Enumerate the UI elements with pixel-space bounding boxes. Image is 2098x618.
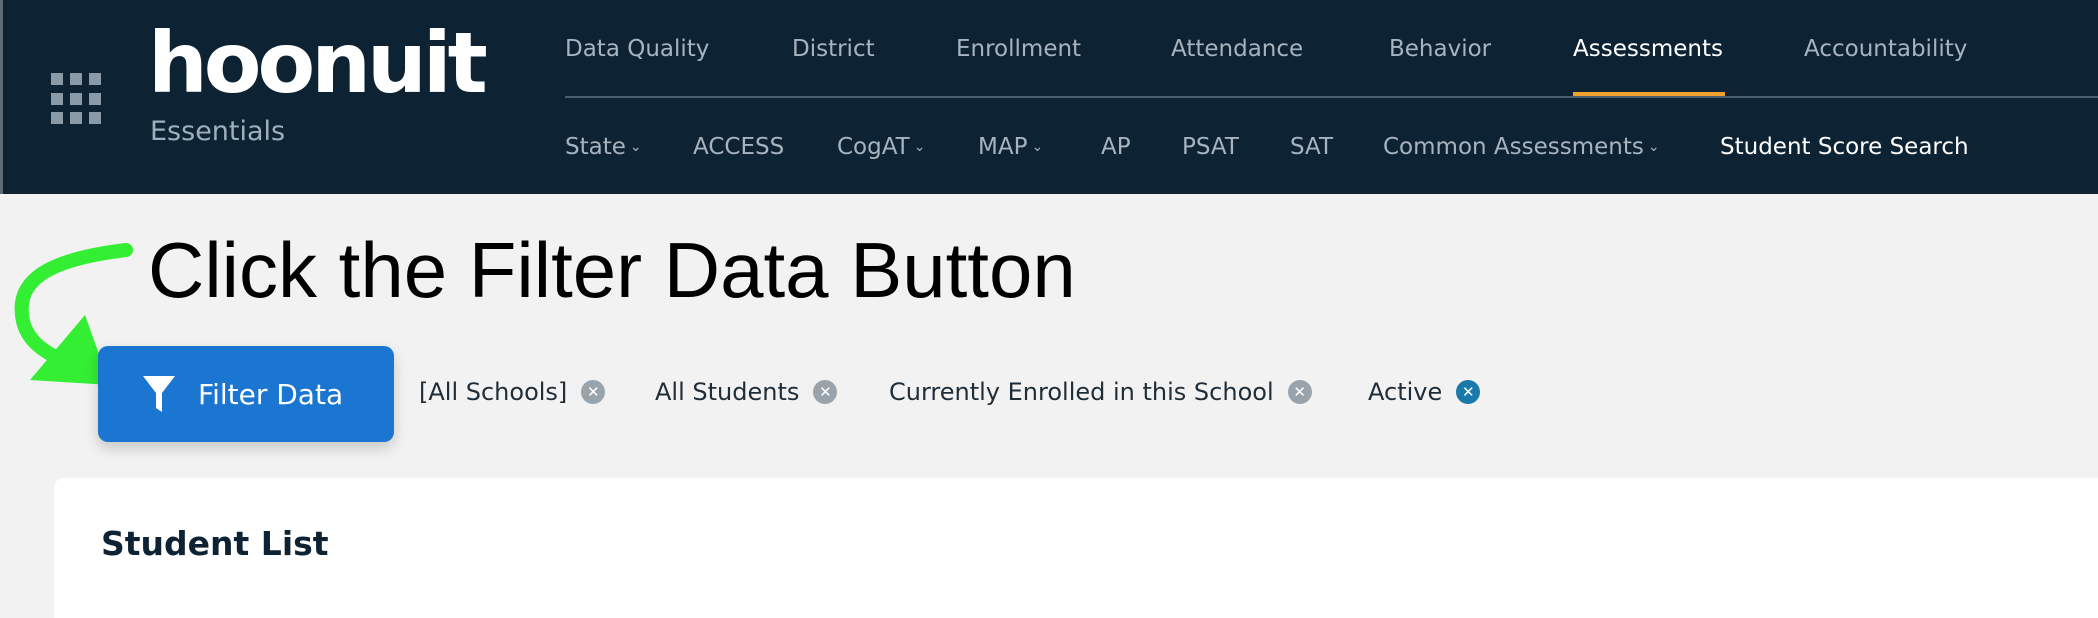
subnav-label: State — [565, 134, 626, 160]
nav-item-accountability[interactable]: Accountability — [1804, 36, 1967, 62]
subnav-item-student-score-search[interactable]: Student Score Search — [1720, 134, 1969, 160]
filter-chip-label: [All Schools] — [419, 378, 568, 406]
nav-item-enrollment[interactable]: Enrollment — [956, 36, 1081, 62]
filter-data-label: Filter Data — [198, 377, 344, 411]
nav-item-data-quality[interactable]: Data Quality — [565, 36, 709, 62]
nav-item-attendance[interactable]: Attendance — [1171, 36, 1303, 62]
subnav-item-state[interactable]: State ⌄ — [565, 134, 642, 160]
nav-item-district[interactable]: District — [792, 36, 875, 62]
chevron-down-icon: ⌄ — [1031, 139, 1044, 155]
close-circle-icon[interactable]: ✕ — [1287, 380, 1312, 404]
filter-chip-enrollment: Currently Enrolled in this School ✕ — [889, 378, 1312, 406]
subnav-item-cogat[interactable]: CogAT ⌄ — [837, 134, 925, 160]
close-circle-icon[interactable]: ✕ — [813, 380, 838, 404]
filter-chip-label: All Students — [655, 378, 800, 406]
subnav-item-access[interactable]: ACCESS — [693, 134, 784, 160]
chevron-down-icon: ⌄ — [629, 139, 642, 155]
filter-chip-schools: [All Schools] ✕ — [419, 378, 606, 406]
subnav-label: Common Assessments — [1383, 134, 1644, 160]
nav-item-behavior[interactable]: Behavior — [1389, 36, 1491, 62]
top-navigation-bar: hoonuit Essentials Data Quality District… — [0, 0, 2098, 194]
subnav-label: MAP — [978, 134, 1028, 160]
filter-data-button[interactable]: Filter Data — [98, 346, 394, 442]
filter-chip-students: All Students ✕ — [655, 378, 838, 406]
subnav-item-map[interactable]: MAP ⌄ — [978, 134, 1043, 160]
chevron-down-icon: ⌄ — [1647, 139, 1660, 155]
subnav-item-psat[interactable]: PSAT — [1182, 134, 1239, 160]
student-list-panel: Student List — [54, 478, 2098, 618]
brand-logo[interactable]: hoonuit — [148, 18, 488, 108]
instruction-text: Click the Filter Data Button — [148, 226, 1076, 314]
filter-chip-label: Currently Enrolled in this School — [889, 378, 1274, 406]
chevron-down-icon: ⌄ — [913, 139, 926, 155]
filter-chip-label: Active — [1368, 378, 1443, 406]
funnel-icon — [142, 374, 176, 414]
subnav-item-common-assessments[interactable]: Common Assessments ⌄ — [1383, 134, 1660, 160]
nav-divider — [565, 96, 2098, 98]
subnav-item-sat[interactable]: SAT — [1290, 134, 1333, 160]
subnav-item-ap[interactable]: AP — [1101, 134, 1131, 160]
close-circle-icon[interactable]: ✕ — [1456, 380, 1481, 404]
panel-title: Student List — [101, 524, 329, 563]
app-launcher-grid-icon[interactable] — [51, 73, 103, 125]
subnav-label: CogAT — [837, 134, 910, 160]
brand-product-name: Essentials — [150, 116, 286, 147]
filter-chip-active: Active ✕ — [1368, 378, 1481, 406]
close-circle-icon[interactable]: ✕ — [581, 380, 606, 404]
nav-item-assessments[interactable]: Assessments — [1573, 36, 1723, 62]
